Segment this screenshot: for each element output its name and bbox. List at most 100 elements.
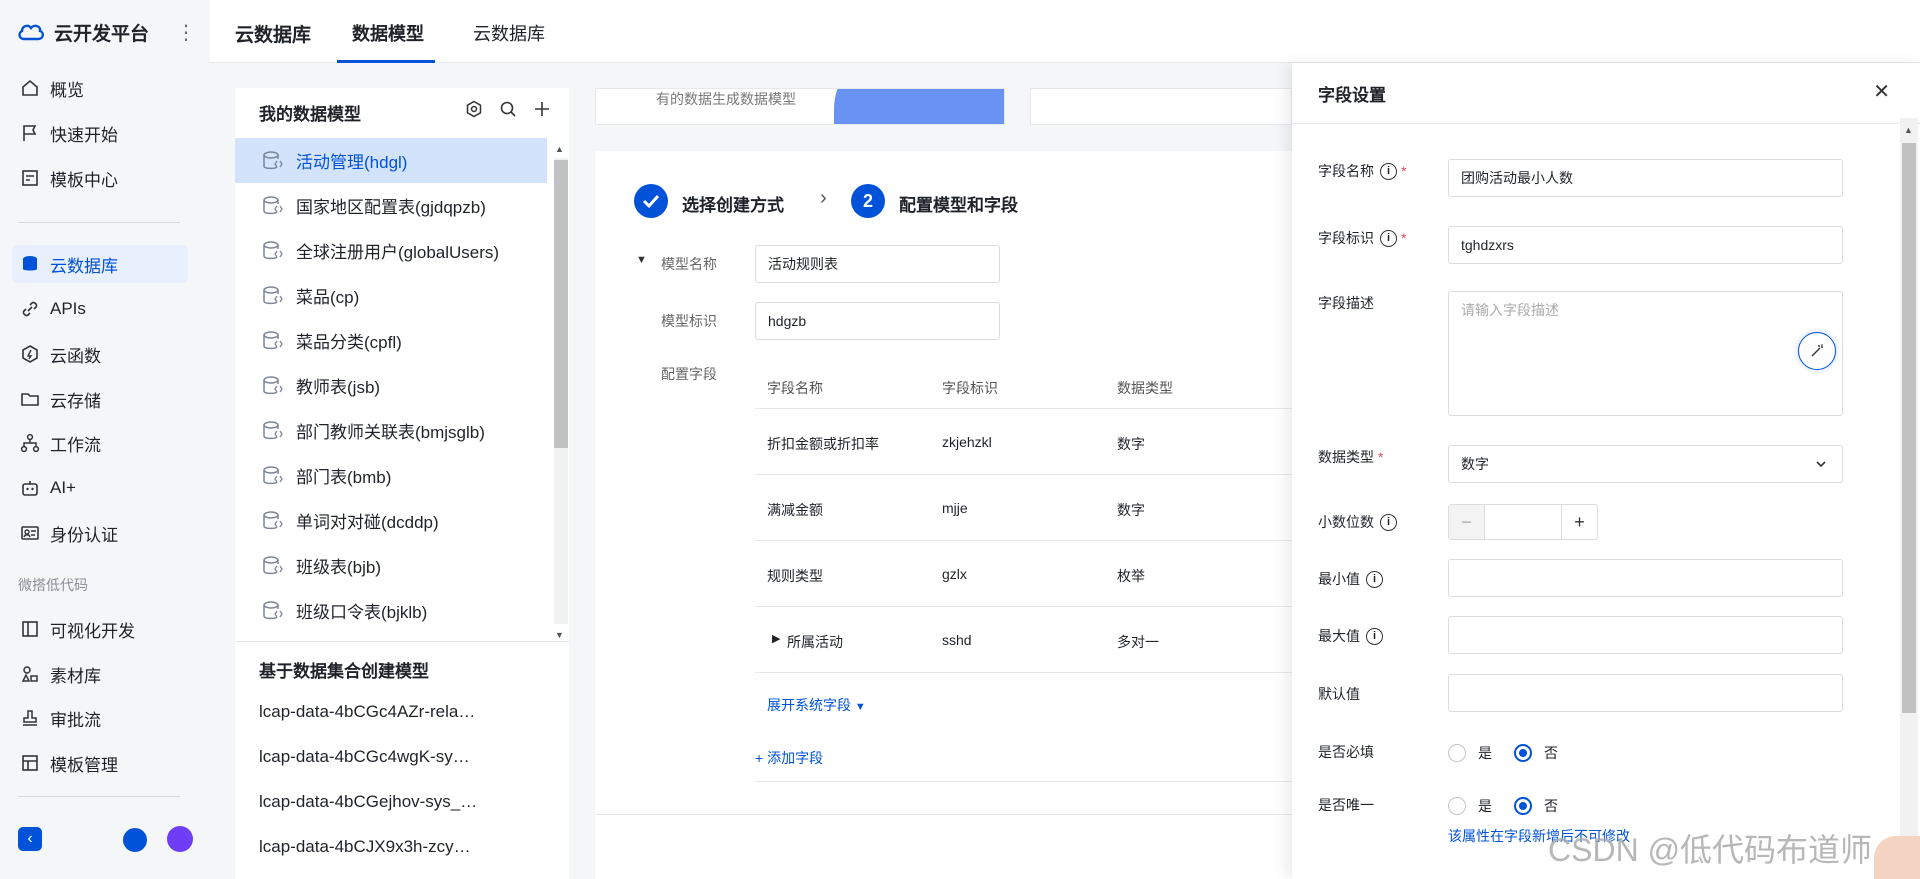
required-yes-radio[interactable]: 是 bbox=[1448, 743, 1492, 763]
model-item-label: 班级表(bjb) bbox=[296, 558, 382, 577]
radio-circle bbox=[1514, 744, 1532, 762]
model-item-bjb[interactable]: 班级表(bjb) bbox=[235, 543, 547, 588]
tab-cloud-database[interactable]: 云数据库 bbox=[473, 20, 545, 46]
settings-icon[interactable] bbox=[465, 100, 483, 118]
dataset-item[interactable]: lcap-data-4bCJX9x3h-zcy… bbox=[259, 837, 471, 857]
robot-icon bbox=[18, 476, 42, 500]
max-input[interactable] bbox=[1448, 616, 1843, 654]
create-from-data-card[interactable]: 有的数据生成数据模型 bbox=[595, 88, 1005, 125]
nav-item-template-manage[interactable]: 模板管理 bbox=[12, 744, 188, 782]
model-item-bmjsglb[interactable]: 部门教师关联表(bmjsglb) bbox=[235, 408, 547, 453]
field-name-cell: 规则类型 bbox=[767, 568, 823, 584]
cloud-logo-icon bbox=[18, 24, 44, 41]
model-name-input[interactable]: 活动规则表 bbox=[755, 245, 1000, 283]
close-icon[interactable]: ✕ bbox=[1873, 79, 1890, 104]
expand-row-triangle-icon[interactable]: ▶ bbox=[772, 632, 780, 645]
nav-item-workflow[interactable]: 工作流 bbox=[12, 424, 188, 462]
more-icon[interactable]: ⋮ bbox=[176, 20, 196, 45]
model-item-globalusers[interactable]: 全球注册用户(globalUsers) bbox=[235, 228, 547, 273]
function-icon bbox=[18, 342, 42, 366]
collapse-sidebar-button[interactable]: ‹ bbox=[18, 827, 42, 851]
nav-item-auth[interactable]: 身份认证 bbox=[12, 514, 188, 552]
model-item-cpfl[interactable]: 菜品分类(cpfl) bbox=[235, 318, 547, 363]
model-item-bjklb[interactable]: 班级口令表(bjklb) bbox=[235, 588, 547, 633]
nav-label: 概览 bbox=[50, 80, 84, 100]
nav-item-template-center[interactable]: 模板中心 bbox=[12, 159, 188, 197]
nav-item-quickstart[interactable]: 快速开始 bbox=[12, 114, 188, 152]
model-item-bmb[interactable]: 部门表(bmb) bbox=[235, 453, 547, 498]
collapse-triangle-icon[interactable]: ▼ bbox=[636, 254, 647, 266]
model-item-cp[interactable]: 菜品(cp) bbox=[235, 273, 547, 318]
workflow-icon bbox=[18, 431, 42, 455]
scroll-thumb[interactable] bbox=[554, 160, 568, 448]
model-item-dcddp[interactable]: 单词对对碰(dcddp) bbox=[235, 498, 547, 543]
info-icon[interactable]: i bbox=[1380, 162, 1397, 180]
field-id-input[interactable]: tghdzxrs bbox=[1448, 226, 1843, 264]
nav-item-cloud-database[interactable]: 云数据库 bbox=[12, 245, 188, 283]
tab-data-model[interactable]: 数据模型 bbox=[352, 20, 424, 46]
section-divider bbox=[235, 641, 569, 642]
data-type-label: 数据类型 * bbox=[1318, 447, 1383, 467]
table-divider bbox=[755, 672, 1292, 673]
search-icon[interactable] bbox=[499, 100, 517, 118]
unique-yes-radio[interactable]: 是 bbox=[1448, 796, 1492, 816]
info-icon[interactable]: i bbox=[1366, 627, 1383, 645]
assistant-robot-icon[interactable] bbox=[167, 826, 193, 852]
scroll-down-arrow-icon[interactable]: ▼ bbox=[555, 630, 564, 640]
field-desc-textarea[interactable]: 请输入字段描述 bbox=[1448, 291, 1843, 416]
nav-item-apis[interactable]: APIs bbox=[12, 290, 188, 328]
model-item-jsb[interactable]: 教师表(jsb) bbox=[235, 363, 547, 408]
expand-system-label: 展开系统字段 bbox=[767, 697, 851, 713]
label-text: 数据类型 bbox=[1318, 449, 1374, 465]
required-no-radio[interactable]: 否 bbox=[1514, 743, 1558, 763]
panel-actions bbox=[465, 100, 551, 118]
info-icon[interactable]: i bbox=[1380, 229, 1397, 247]
scroll-up-arrow-icon[interactable]: ▲ bbox=[1904, 125, 1913, 135]
model-item-label: 国家地区配置表(gjdqpzb) bbox=[296, 198, 486, 217]
info-icon[interactable]: i bbox=[1366, 570, 1383, 588]
main-content: 有的数据生成数据模型 选择创建方式 › 2 配置模型和字段 ▼ 模型名称 活动规… bbox=[570, 63, 1292, 879]
field-type-cell: 数字 bbox=[1117, 436, 1145, 452]
model-item-label: 部门教师关联表(bmjsglb) bbox=[296, 423, 485, 442]
model-id-input[interactable]: hdgzb bbox=[755, 302, 1000, 340]
model-item-label: 部门表(bmb) bbox=[296, 468, 392, 487]
ai-generate-icon[interactable] bbox=[1798, 332, 1836, 370]
plus-icon[interactable]: + bbox=[1561, 505, 1597, 539]
unique-label: 是否唯一 bbox=[1318, 797, 1374, 813]
field-id-cell: gzlx bbox=[942, 566, 967, 582]
nav-item-cloud-function[interactable]: 云函数 bbox=[12, 335, 188, 373]
nav-item-overview[interactable]: 概览 bbox=[12, 69, 188, 107]
minus-icon[interactable]: − bbox=[1449, 505, 1485, 539]
default-input[interactable] bbox=[1448, 674, 1843, 712]
nav-item-approval[interactable]: 审批流 bbox=[12, 699, 188, 737]
nav-item-visual-dev[interactable]: 可视化开发 bbox=[12, 610, 188, 648]
field-name-input[interactable]: 团购活动最小人数 bbox=[1448, 159, 1843, 197]
brand[interactable]: 云开发平台 ⋮ bbox=[16, 14, 196, 50]
template-icon bbox=[18, 166, 42, 190]
data-type-select[interactable]: 数字 bbox=[1448, 445, 1843, 483]
user-avatar-icon[interactable] bbox=[123, 828, 147, 852]
nav-item-cloud-storage[interactable]: 云存储 bbox=[12, 380, 188, 418]
drawer-scroll-thumb[interactable] bbox=[1902, 143, 1916, 713]
step-1-label: 选择创建方式 bbox=[682, 196, 784, 215]
dataset-item[interactable]: lcap-data-4bCGc4wgK-sy… bbox=[259, 747, 470, 767]
nav-item-assets[interactable]: 素材库 bbox=[12, 655, 188, 693]
decimal-stepper[interactable]: − + bbox=[1448, 504, 1598, 540]
dataset-item[interactable]: lcap-data-4bCGc4AZr-rela… bbox=[259, 702, 475, 722]
min-input[interactable] bbox=[1448, 559, 1843, 597]
default-label: 默认值 bbox=[1318, 686, 1360, 702]
field-id-cell: sshd bbox=[942, 632, 972, 648]
scroll-up-arrow-icon[interactable]: ▲ bbox=[555, 144, 564, 154]
dataset-item[interactable]: lcap-data-4bCGejhov-sys_… bbox=[259, 792, 477, 812]
model-item-hdgl[interactable]: 活动管理(hdgl) bbox=[235, 138, 547, 183]
add-field-link[interactable]: + 添加字段 bbox=[755, 748, 823, 768]
decimal-input[interactable] bbox=[1485, 505, 1561, 539]
nav-item-ai[interactable]: AI+ bbox=[12, 469, 188, 507]
create-option-card[interactable] bbox=[1030, 88, 1292, 125]
info-icon[interactable]: i bbox=[1380, 513, 1397, 531]
model-item-gjdqpzb[interactable]: 国家地区配置表(gjdqpzb) bbox=[235, 183, 547, 228]
unique-no-radio[interactable]: 否 bbox=[1514, 796, 1558, 816]
add-icon[interactable] bbox=[533, 100, 551, 118]
model-list-scrollbar[interactable]: ▲ ▼ bbox=[552, 144, 568, 640]
expand-system-fields-link[interactable]: 展开系统字段 ▼ bbox=[767, 695, 866, 715]
